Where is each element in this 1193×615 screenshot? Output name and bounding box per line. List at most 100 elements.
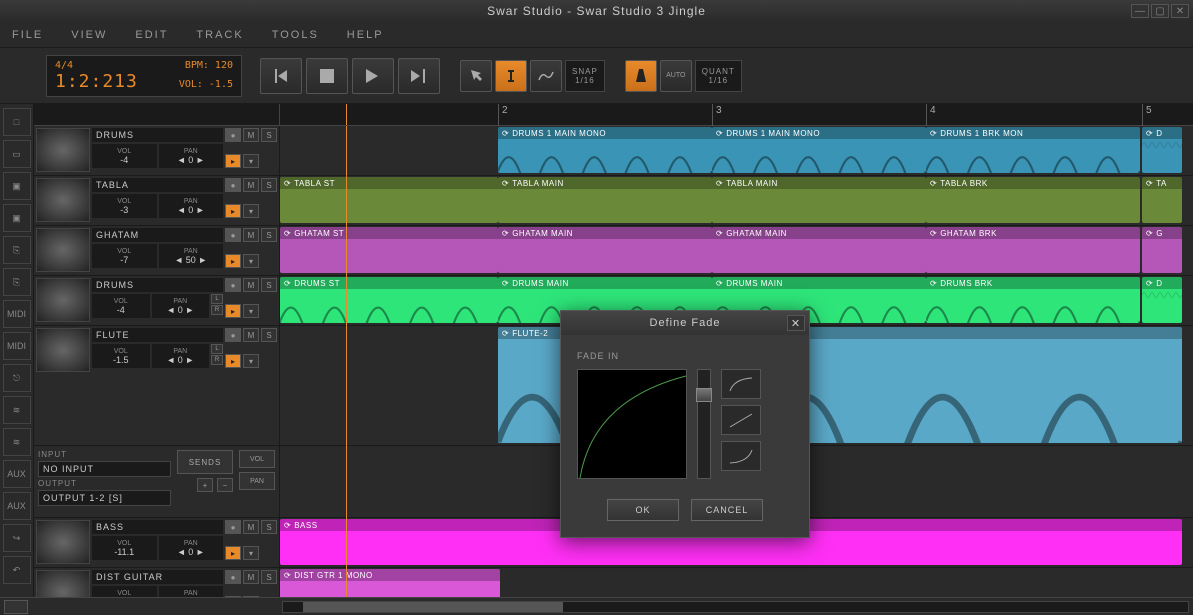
side-tool-9[interactable]: ≋ [3,396,31,424]
playhead[interactable] [346,104,347,125]
auto-button[interactable]: AUTO [660,60,692,92]
record-arm[interactable]: ● [225,328,241,342]
clip[interactable]: ⟳ DRUMS 1 BRK MON [926,127,1140,173]
record-arm[interactable]: ● [225,178,241,192]
track-name[interactable]: DIST GUITAR [92,570,223,584]
track-header[interactable]: FLUTE VOL-1.5 PAN◄ 0 ► LR ● M S ▸ ▾ [34,326,280,445]
menu-help[interactable]: HELP [347,29,384,41]
clip[interactable]: ⟳ GHATAM MAIN [498,227,712,273]
clip[interactable]: ⟳ DIST GTR 1 MONO [280,569,500,597]
track-pan[interactable]: PAN◄ 0 ► [159,194,224,218]
snap-display[interactable]: SNAP 1/16 [565,60,605,92]
position[interactable]: 1:2:213 [55,71,138,92]
mute-button[interactable]: M [243,570,259,584]
clip[interactable]: ⟳ DRUMS 1 MAIN MONO [498,127,712,173]
solo-button[interactable]: S [261,570,277,584]
solo-button[interactable]: S [261,328,277,342]
clip[interactable]: ⟳ G [1142,227,1182,273]
track-r[interactable]: R [211,355,223,365]
side-tool-2[interactable]: ▣ [3,172,31,200]
side-tool-6[interactable]: MIDI [3,300,31,328]
clip[interactable]: ⟳ GHATAM MAIN [712,227,926,273]
menu-file[interactable]: FILE [12,29,43,41]
track-name[interactable]: TABLA [92,178,223,192]
status-settings[interactable] [4,600,28,614]
bpm[interactable]: BPM: 120 [185,60,233,71]
mute-button[interactable]: M [243,278,259,292]
cancel-button[interactable]: CANCEL [691,499,763,521]
clip[interactable]: ⟳ DRUMS ST [280,277,498,323]
side-tool-5[interactable]: ⎘ [3,268,31,296]
track-lane[interactable]: ⟳ TABLA ST⟳ TABLA MAIN⟳ TABLA MAIN⟳ TABL… [280,176,1193,225]
track-vol[interactable]: VOL-7 [92,244,157,268]
record-arm[interactable]: ● [225,278,241,292]
track-menu[interactable]: ▾ [243,596,259,597]
track-vol[interactable]: VOL-11.1 [92,536,157,560]
track-menu[interactable]: ▾ [243,154,259,168]
mute-button[interactable]: M [243,228,259,242]
clip[interactable]: ⟳ TABLA MAIN [498,177,712,223]
record-arm[interactable]: ● [225,570,241,584]
output-field[interactable]: OUTPUT 1-2 [S] [38,490,171,506]
track-menu[interactable]: ▾ [243,254,259,268]
track-play[interactable]: ▸ [225,354,241,368]
track-lane[interactable]: ⟳ GHATAM ST⟳ GHATAM MAIN⟳ GHATAM MAIN⟳ G… [280,226,1193,275]
track-play[interactable]: ▸ [225,546,241,560]
track-lane[interactable]: ⟳ DRUMS 1 MAIN MONO⟳ DRUMS 1 MAIN MONO⟳ … [280,126,1193,175]
side-tool-4[interactable]: ⎘ [3,236,31,264]
track-vol[interactable]: VOL-4 [92,144,157,168]
timeline-ruler[interactable]: 2345 [34,104,1193,126]
side-tool-7[interactable]: MIDI [3,332,31,360]
stop-button[interactable] [306,58,348,94]
track-name[interactable]: DRUMS [92,128,223,142]
record-arm[interactable]: ● [225,520,241,534]
track-menu[interactable]: ▾ [243,354,259,368]
track-l[interactable]: L [211,294,223,304]
side-tool-3[interactable]: ▣ [3,204,31,232]
track-name[interactable]: FLUTE [92,328,223,342]
pointer-tool[interactable] [460,60,492,92]
track-name[interactable]: BASS [92,520,223,534]
menu-track[interactable]: TRACK [196,29,243,41]
solo-button[interactable]: S [261,520,277,534]
clip[interactable]: ⟳ D [1142,277,1182,323]
input-field[interactable]: NO INPUT [38,461,171,477]
solo-button[interactable]: S [261,228,277,242]
track-l[interactable]: L [211,344,223,354]
track-play[interactable]: ▸ [225,204,241,218]
pan-button[interactable]: PAN [239,472,275,490]
track-pan[interactable]: PAN◄ 0 ► [159,586,224,597]
track-header[interactable]: TABLA VOL-3 PAN◄ 0 ► ● M S ▸ ▾ [34,176,280,225]
sends-button[interactable]: SENDS [177,450,233,474]
track-play[interactable]: ▸ [225,304,241,318]
metronome-button[interactable] [625,60,657,92]
clip[interactable]: ⟳ TABLA BRK [926,177,1140,223]
menu-tools[interactable]: TOOLS [272,29,319,41]
solo-button[interactable]: S [261,278,277,292]
track-header[interactable]: DIST GUITAR VOL-4 PAN◄ 0 ► ● M S ▸ ▾ [34,568,280,597]
track-pan[interactable]: PAN◄ 0 ► [159,144,224,168]
side-tool-1[interactable]: ▭ [3,140,31,168]
side-tool-13[interactable]: ↪ [3,524,31,552]
track-name[interactable]: GHATAM [92,228,223,242]
forward-button[interactable] [398,58,440,94]
track-header[interactable]: DRUMS VOL-4 PAN◄ 0 ► ● M S ▸ ▾ [34,126,280,175]
side-tool-10[interactable]: ≋ [3,428,31,456]
rewind-button[interactable] [260,58,302,94]
quant-display[interactable]: QUANT 1/16 [695,60,742,92]
track-pan[interactable]: PAN◄ 0 ► [152,294,210,318]
track-vol[interactable]: VOL-1.5 [92,344,150,368]
clip[interactable]: ⟳ DRUMS 1 MAIN MONO [712,127,926,173]
solo-button[interactable]: S [261,178,277,192]
curve-exp-button[interactable] [721,441,761,471]
close-button[interactable]: ✕ [1171,4,1189,18]
track-name[interactable]: DRUMS [92,278,223,292]
track-menu[interactable]: ▾ [243,204,259,218]
menu-view[interactable]: VIEW [71,29,107,41]
curve-linear-button[interactable] [721,405,761,435]
track-header[interactable]: DRUMS VOL-4 PAN◄ 0 ► LR ● M S ▸ ▾ [34,276,280,325]
side-tool-8[interactable]: ⎋ [3,364,31,392]
record-arm[interactable]: ● [225,228,241,242]
minimize-button[interactable]: — [1131,4,1149,18]
clip[interactable]: ⟳ GHATAM BRK [926,227,1140,273]
